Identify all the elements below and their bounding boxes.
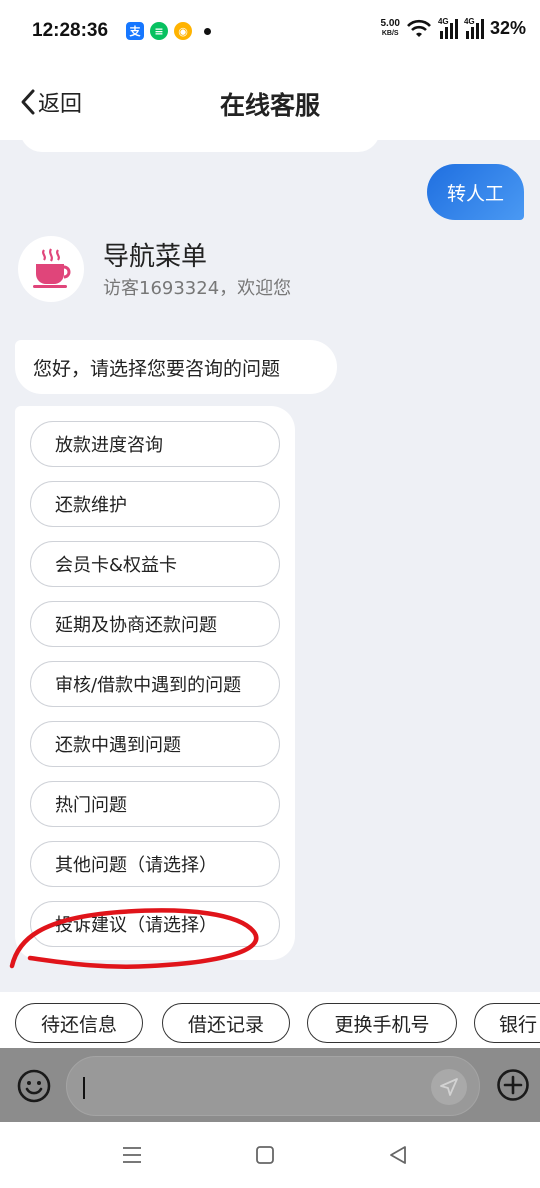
signal-icon-2: 4G xyxy=(464,17,484,39)
page-title: 在线客服 xyxy=(219,91,320,120)
menu-item-hot-questions[interactable]: 热门问题 xyxy=(30,781,280,827)
quick-action-loan-records[interactable]: 借还记录 xyxy=(162,1003,290,1043)
weibo-icon: ◉ xyxy=(174,22,192,40)
agent-welcome-text: 访客1693324，欢迎您 xyxy=(103,278,292,299)
menu-item-complaints[interactable]: 投诉建议（请选择） xyxy=(30,901,280,947)
message-app-icon: ≡ xyxy=(150,22,168,40)
notification-icons: 支 ≡ ◉ xyxy=(126,22,211,40)
coffee-cup-icon xyxy=(33,248,71,288)
message-input[interactable] xyxy=(66,1056,480,1116)
quick-action-pending-repayment[interactable]: 待还信息 xyxy=(15,1003,143,1043)
agent-name: 导航菜单 xyxy=(103,242,208,272)
battery-level: 32% xyxy=(489,18,526,38)
signal-icon-1: 4G xyxy=(438,17,458,39)
user-message-bubble: 转人工 xyxy=(426,164,524,220)
menu-item-other-questions[interactable]: 其他问题（请选择） xyxy=(30,841,280,887)
previous-message-bubble xyxy=(20,140,380,152)
network-speed: 5.00 KB/S xyxy=(380,17,400,37)
home-icon[interactable] xyxy=(252,1142,278,1168)
agent-avatar xyxy=(18,236,84,302)
chat-area[interactable]: 转人工 导航菜单 访客1693324，欢迎您 您好，请选择您要咨询的问题 放款进… xyxy=(0,140,540,992)
app-header: 返回 在线客服 xyxy=(0,64,540,140)
send-icon xyxy=(440,1078,458,1096)
menu-item-repayment-issues[interactable]: 还款中遇到问题 xyxy=(30,721,280,767)
back-triangle-icon[interactable] xyxy=(385,1142,411,1168)
menu-item-repayment-maintenance[interactable]: 还款维护 xyxy=(30,481,280,527)
input-bar xyxy=(0,1048,540,1122)
alipay-icon: 支 xyxy=(126,22,144,40)
text-caret xyxy=(83,1077,85,1099)
status-indicators: 5.00 KB/S 4G 4G 32% xyxy=(380,17,526,39)
menu-item-membership-card[interactable]: 会员卡&权益卡 xyxy=(30,541,280,587)
greeting-bubble: 您好，请选择您要咨询的问题 xyxy=(15,340,337,394)
more-notifications-dot xyxy=(204,27,211,35)
plus-icon[interactable] xyxy=(496,1068,530,1102)
emoji-icon[interactable] xyxy=(16,1068,52,1104)
menu-item-review-issues[interactable]: 审核/借款中遇到的问题 xyxy=(30,661,280,707)
menu-card: 放款进度咨询 还款维护 会员卡&权益卡 延期及协商还款问题 审核/借款中遇到的问… xyxy=(15,406,295,960)
quick-action-bank[interactable]: 银行 xyxy=(474,1003,540,1043)
send-button[interactable] xyxy=(431,1069,467,1105)
status-time: 12:28:36 xyxy=(32,20,109,41)
menu-item-extension[interactable]: 延期及协商还款问题 xyxy=(30,601,280,647)
menu-icon[interactable] xyxy=(119,1142,145,1168)
status-bar: 12:28:36 支 ≡ ◉ 5.00 KB/S 4G 4G 32% xyxy=(0,0,540,64)
menu-item-loan-progress[interactable]: 放款进度咨询 xyxy=(30,421,280,467)
quick-actions-bar: 待还信息 借还记录 更换手机号 银行 xyxy=(0,992,540,1048)
quick-action-change-phone[interactable]: 更换手机号 xyxy=(307,1003,457,1043)
wifi-icon xyxy=(407,19,431,37)
system-navigation-bar xyxy=(0,1122,540,1188)
